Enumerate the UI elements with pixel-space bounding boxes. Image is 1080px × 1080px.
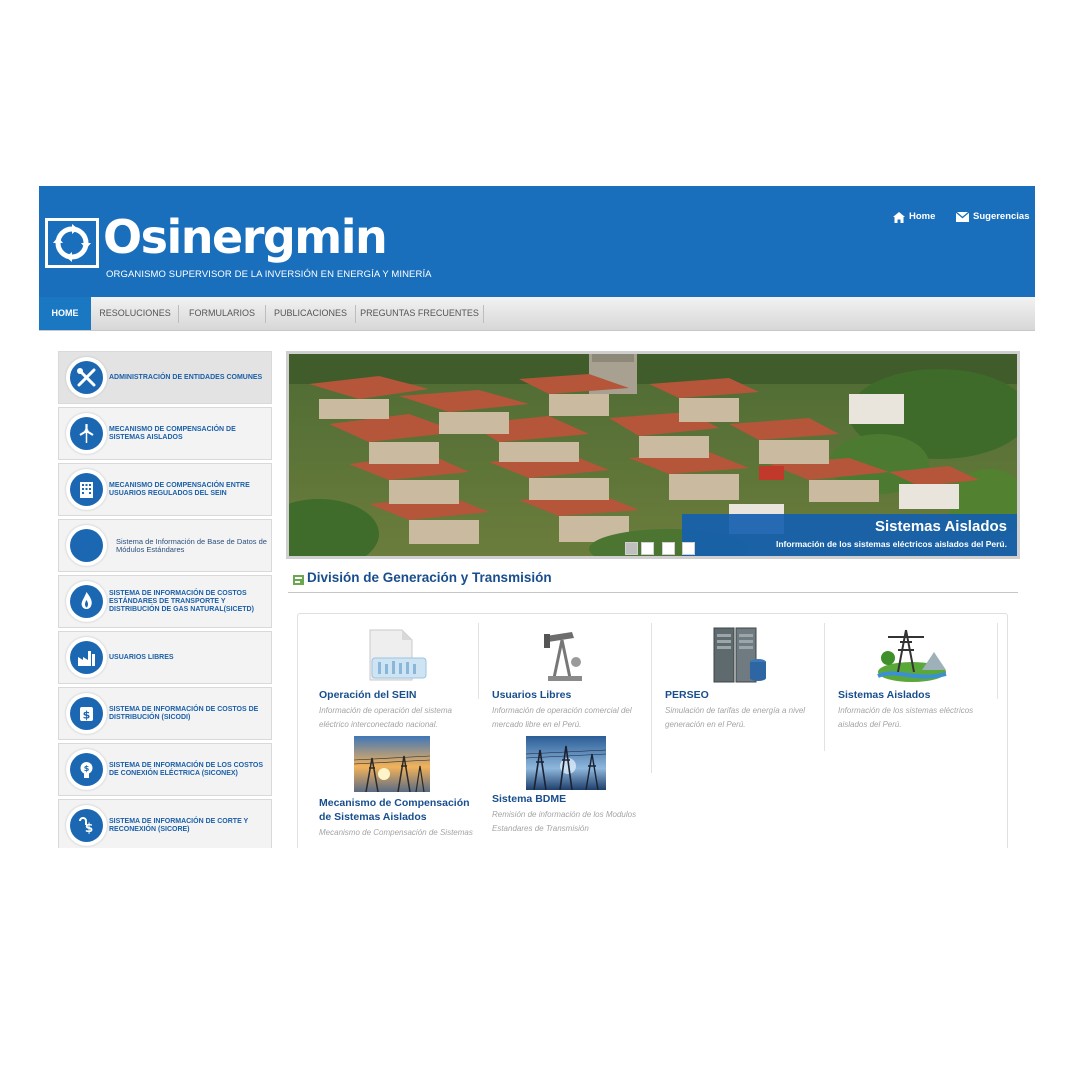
section-icon xyxy=(293,575,304,585)
sidebar-item-label: SISTEMA DE INFORMACIÓN DE CORTE Y RECONE… xyxy=(109,817,249,833)
sidebar-item-sicetd[interactable]: SISTEMA DE INFORMACIÓN DE COSTOS ESTÁNDA… xyxy=(58,575,272,628)
card-title: Usuarios Libres xyxy=(492,689,572,701)
card-title: Sistemas Aislados xyxy=(838,689,931,701)
factory-icon xyxy=(70,641,103,674)
top-link-sugerencias-label: Sugerencias xyxy=(973,211,1030,222)
document-chart-icon xyxy=(369,629,427,681)
nav-divider xyxy=(483,305,484,323)
sidebar-icon-ring xyxy=(66,469,107,510)
power-tower-landscape-icon xyxy=(877,629,947,682)
sidebar-item-sicore[interactable]: $ SISTEMA DE INFORMACIÓN DE CORTE Y RECO… xyxy=(58,799,272,848)
card-title: Sistema BDME xyxy=(492,793,567,805)
brand-name[interactable]: Osinergmin xyxy=(103,212,388,262)
card-perseo[interactable]: PERSEO Simulación de tarifas de energía … xyxy=(665,626,825,736)
sidebar-item-label: ADMINISTRACIÓN DE ENTIDADES COMUNES xyxy=(109,373,263,381)
card-description: Mecanismo de Compensación de Sistemas Ai… xyxy=(319,828,473,837)
nav-item-publicaciones[interactable]: PUBLICACIONES xyxy=(266,297,355,330)
main-nav: HOME RESOLUCIONES FORMULARIOS PUBLICACIO… xyxy=(39,297,1035,331)
sidebar-item-compensacion-aislados[interactable]: MECANISMO DE COMPENSACIÓN DE SISTEMAS AI… xyxy=(58,407,272,460)
banner-caption: Sistemas Aislados Información de los sis… xyxy=(682,514,1017,556)
lightbulb-icon: $ xyxy=(70,753,103,786)
slide-dot-2[interactable] xyxy=(641,542,654,555)
sidebar-item-label: Sistema de Información de Base de Datos … xyxy=(116,536,267,554)
sidebar-item-label: MECANISMO DE COMPENSACIÓN ENTRE USUARIOS… xyxy=(109,481,250,497)
envelope-icon xyxy=(956,212,969,222)
brand-tagline: ORGANISMO SUPERVISOR DE LA INVERSIÓN EN … xyxy=(106,269,432,280)
banner-subtitle: Información de los sistemas eléctricos a… xyxy=(775,539,1007,549)
sidebar-item-usuarios-libres[interactable]: USUARIOS LIBRES xyxy=(58,631,272,684)
card-title: Operación del SEIN xyxy=(319,689,417,701)
card-description: Simulación de tarifas de energía a nivel… xyxy=(665,706,806,729)
building-icon xyxy=(70,473,103,506)
nav-item-formularios[interactable]: FORMULARIOS xyxy=(179,297,265,330)
power-lines-blue-photo xyxy=(526,736,606,790)
sidebar-icon-ring xyxy=(66,357,107,398)
sidebar-item-bdme[interactable]: Sistema de Información de Base de Datos … xyxy=(58,519,272,572)
sidebar-icon-ring xyxy=(66,637,107,678)
sidebar-item-siconex[interactable]: $ SISTEMA DE INFORMACIÓN DE LOS COSTOS D… xyxy=(58,743,272,796)
sidebar-item-label: MECANISMO DE COMPENSACIÓN DE SISTEMAS AI… xyxy=(109,425,236,441)
sidebar-item-label: USUARIOS LIBRES xyxy=(109,653,174,661)
money-icon: $ xyxy=(70,697,103,730)
gas-flame-icon xyxy=(70,585,103,618)
home-icon xyxy=(893,211,905,223)
top-link-home-label: Home xyxy=(909,211,936,222)
slide-dot-1[interactable] xyxy=(625,542,638,555)
sidebar-item-administracion[interactable]: ADMINISTRACIÓN DE ENTIDADES COMUNES xyxy=(58,351,272,404)
svg-text:$: $ xyxy=(85,821,93,835)
slide-dot-4[interactable] xyxy=(682,542,695,555)
power-lines-sunset-photo xyxy=(354,736,430,792)
card-mecanismo-compensacion[interactable]: Mecanismo de Compensación de Sistemas Ai… xyxy=(319,736,479,848)
sidebar-item-label: SISTEMA DE INFORMACIÓN DE LOS COSTOS DE … xyxy=(109,761,264,777)
banner-title: Sistemas Aislados xyxy=(874,518,1007,535)
sidebar-icon-ring: $ xyxy=(66,749,107,790)
card-usuarios-libres[interactable]: Usuarios Libres Información de operación… xyxy=(492,626,652,736)
card-title: PERSEO xyxy=(665,689,709,701)
top-link-home[interactable]: Home xyxy=(893,210,935,224)
site-header: Osinergmin ORGANISMO SUPERVISOR DE LA IN… xyxy=(39,186,1035,297)
sidebar-item-sicodi[interactable]: $ SISTEMA DE INFORMACIÓN DE COSTOS DE DI… xyxy=(58,687,272,740)
sidebar-icon-ring: $ xyxy=(66,805,107,846)
nav-item-home[interactable]: HOME xyxy=(39,297,91,330)
sidebar-item-label: SISTEMA DE INFORMACIÓN DE COSTOS DE DIST… xyxy=(109,705,259,721)
sidebar-icon-ring xyxy=(66,413,107,454)
osinergmin-logo-icon[interactable] xyxy=(45,218,99,268)
card-description: Remisión de información de los Modulos E… xyxy=(492,810,637,833)
card-operacion-sein[interactable]: Operación del SEIN Información de operac… xyxy=(319,626,479,736)
section-divider xyxy=(288,592,1018,593)
sidebar-icon-ring xyxy=(66,525,107,566)
wind-turbine-icon xyxy=(70,417,103,450)
slide-dot-3[interactable] xyxy=(662,542,675,555)
card-description: Información de operación comercial del m… xyxy=(492,706,632,729)
hero-banner[interactable]: Sistemas Aislados Información de los sis… xyxy=(286,351,1020,559)
plug-money-icon: $ xyxy=(70,809,103,842)
card-title: Mecanismo de Compensación de Sistemas Ai… xyxy=(319,797,470,823)
card-sistemas-aislados[interactable]: Sistemas Aislados Información de los sis… xyxy=(838,626,998,736)
sidebar-item-compensacion-sein[interactable]: MECANISMO DE COMPENSACIÓN ENTRE USUARIOS… xyxy=(58,463,272,516)
oil-pump-icon xyxy=(544,632,582,681)
server-icon xyxy=(713,627,766,683)
sidebar-icon-ring: $ xyxy=(66,693,107,734)
nav-item-preguntas-frecuentes[interactable]: PREGUNTAS FRECUENTES xyxy=(356,297,483,330)
card-description: Información de operación del sistema elé… xyxy=(319,706,452,729)
card-sistema-bdme[interactable]: Sistema BDME Remisión de información de … xyxy=(492,736,652,848)
blank-circle-icon xyxy=(70,529,103,562)
card-description: Información de los sistemas eléctricos a… xyxy=(838,706,974,729)
svg-text:$: $ xyxy=(83,709,91,722)
sidebar-icon-ring xyxy=(66,581,107,622)
nav-item-resoluciones[interactable]: RESOLUCIONES xyxy=(91,297,179,330)
sidebar-item-label: SISTEMA DE INFORMACIÓN DE COSTOS ESTÁNDA… xyxy=(109,589,254,613)
tools-icon xyxy=(70,361,103,394)
section-title: División de Generación y Transmisión xyxy=(307,570,552,585)
top-link-sugerencias[interactable]: Sugerencias xyxy=(956,210,1030,224)
svg-text:$: $ xyxy=(84,764,90,773)
browser-page: Osinergmin ORGANISMO SUPERVISOR DE LA IN… xyxy=(39,186,1035,848)
